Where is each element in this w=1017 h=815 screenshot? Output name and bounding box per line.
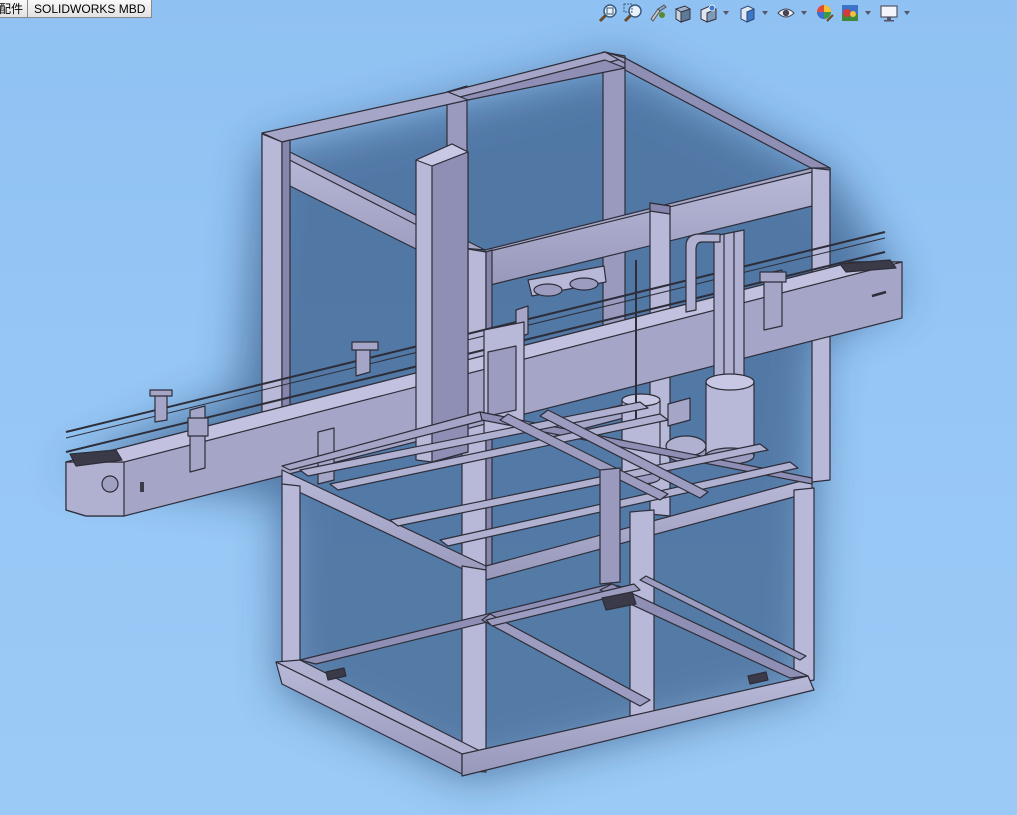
apply-scene-dropdown[interactable] <box>864 2 872 24</box>
view-orientation-button[interactable] <box>736 2 758 24</box>
chevron-down-icon <box>762 11 768 15</box>
heads-up-view-toolbar <box>597 1 917 25</box>
section-view-icon <box>675 5 691 23</box>
hide-show-icon <box>777 8 795 18</box>
chevron-down-icon <box>723 11 729 15</box>
tab-solidworks-mbd[interactable]: SOLIDWORKS MBD <box>27 0 153 18</box>
hide-show-dropdown[interactable] <box>800 2 808 24</box>
hide-show-button[interactable] <box>775 2 797 24</box>
view-settings-button[interactable] <box>878 2 900 24</box>
view-orientation-dropdown[interactable] <box>761 2 769 24</box>
apply-scene-button[interactable] <box>839 2 861 24</box>
view-orientation-icon <box>740 5 755 23</box>
zoom-area-icon <box>623 3 642 23</box>
graphics-area[interactable] <box>0 0 1017 815</box>
apply-scene-icon <box>842 5 858 21</box>
monitor-icon <box>880 5 898 22</box>
section-view-button[interactable] <box>672 2 694 24</box>
zoom-to-fit-button[interactable] <box>597 2 619 24</box>
command-manager-tabs: 配件 SOLIDWORKS MBD <box>0 0 153 18</box>
chevron-down-icon <box>801 11 807 15</box>
previous-view-button[interactable] <box>647 2 669 24</box>
annotation-view-icon <box>700 4 717 23</box>
previous-view-icon <box>650 4 667 22</box>
annotation-view-dropdown[interactable] <box>722 2 730 24</box>
edit-appearance-icon <box>817 5 834 22</box>
zoom-to-area-button[interactable] <box>622 2 644 24</box>
chevron-down-icon <box>865 11 871 15</box>
edit-appearance-button[interactable] <box>814 2 836 24</box>
view-settings-dropdown[interactable] <box>903 2 911 24</box>
assembly-model[interactable] <box>0 0 1017 815</box>
annotation-view-button[interactable] <box>697 2 719 24</box>
chevron-down-icon <box>904 11 910 15</box>
tab-assembly[interactable]: 配件 <box>0 0 29 18</box>
zoom-fit-icon <box>598 4 617 23</box>
